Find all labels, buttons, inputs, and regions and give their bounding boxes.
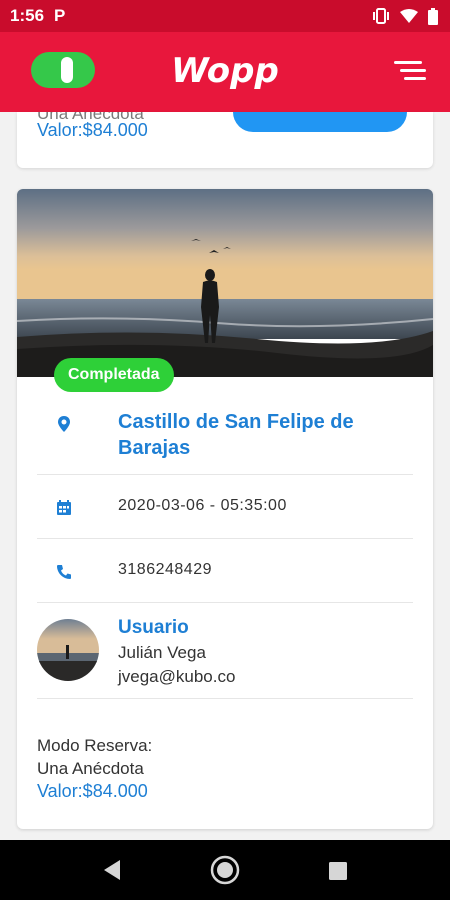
mode-label: Modo Reserva: — [37, 736, 153, 755]
home-icon[interactable] — [210, 855, 240, 885]
recents-icon[interactable] — [328, 861, 348, 881]
place-row[interactable]: Castillo de San Felipe de Barajas — [37, 389, 413, 475]
phone-row[interactable]: 3186248429 — [37, 539, 413, 603]
booking-card[interactable]: Completada Castillo de San Felipe de Bar… — [17, 189, 433, 829]
back-icon[interactable] — [102, 859, 122, 881]
previous-valor: Valor:$84.000 — [37, 120, 148, 140]
wopp-logo: Wopp — [171, 51, 279, 91]
status-bar: 1:56 P — [0, 0, 450, 32]
availability-toggle[interactable] — [31, 52, 95, 88]
reservation-mode: Modo Reserva: Una Anécdota Valor:$84.000 — [37, 734, 152, 803]
booking-valor: Valor:$84.000 — [37, 781, 148, 801]
status-time: 1:56 — [10, 6, 45, 25]
battery-icon — [428, 7, 438, 25]
menu-icon[interactable] — [394, 58, 426, 82]
avatar — [37, 619, 99, 681]
place-title: Castillo de San Felipe de Barajas — [118, 411, 354, 459]
app-bar: Wopp — [0, 32, 450, 112]
toggle-knob — [61, 57, 73, 83]
status-badge: Completada — [54, 358, 174, 392]
booking-datetime: 2020-03-06 - 05:35:00 — [118, 497, 287, 514]
user-email: jvega@kubo.co — [118, 667, 236, 686]
calendar-icon — [57, 500, 71, 515]
previous-action-button[interactable] — [233, 112, 407, 132]
user-label: Usuario — [118, 617, 189, 638]
user-row: Usuario Julián Vega jvega@kubo.co — [37, 603, 413, 699]
previous-booking-card[interactable]: Una Anécdota Valor:$84.000 — [17, 112, 433, 168]
booking-photo — [17, 189, 433, 377]
wifi-icon — [400, 9, 418, 23]
mode-value: Una Anécdota — [37, 759, 144, 778]
user-name: Julián Vega — [118, 643, 206, 662]
logo-text: Wopp — [171, 51, 279, 91]
booking-phone[interactable]: 3186248429 — [118, 561, 212, 579]
location-pin-icon — [58, 416, 70, 432]
parking-notification-icon: P — [54, 6, 66, 25]
phone-icon — [57, 565, 71, 579]
system-nav-bar — [0, 840, 450, 900]
datetime-row: 2020-03-06 - 05:35:00 — [37, 475, 413, 539]
vibrate-icon — [373, 8, 389, 24]
